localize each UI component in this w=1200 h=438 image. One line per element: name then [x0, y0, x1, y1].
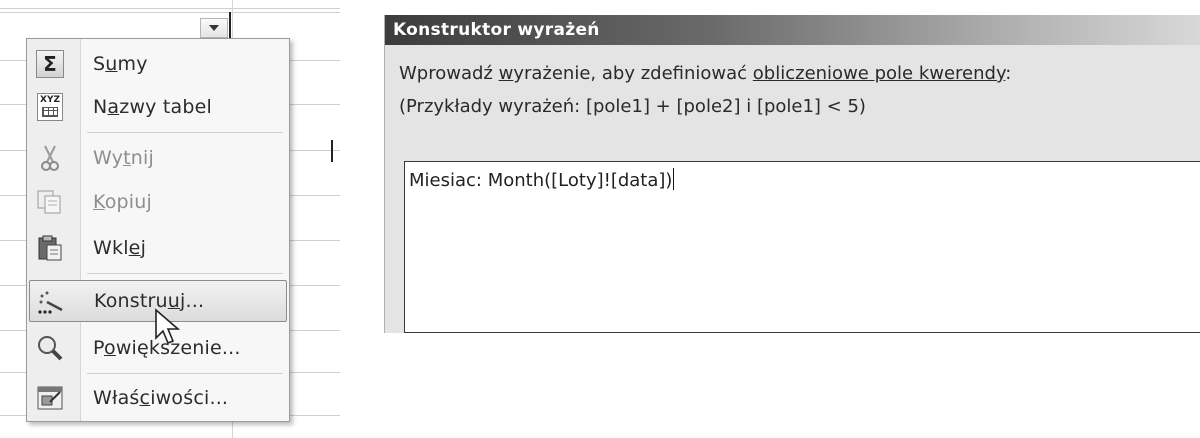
mouse-pointer-icon — [155, 308, 181, 345]
scissors-icon — [35, 143, 65, 173]
instruction-text: Wprowadź wyrażenie, aby zdefiniować obli… — [399, 63, 1012, 84]
menu-item-label: Właściwości... — [93, 387, 229, 409]
clipboard-icon — [35, 233, 65, 263]
grid-caret — [331, 140, 333, 162]
menu-item-label: Sumy — [93, 53, 148, 75]
menu-separator — [87, 132, 283, 133]
expression-input[interactable]: Miesiac: Month([Loty]![data]) — [404, 161, 1200, 333]
menu-separator — [87, 373, 283, 374]
menu-item-cut[interactable]: Wytnij — [29, 137, 287, 179]
menu-item-table-names[interactable]: XYZ Nazwy tabel — [29, 86, 287, 128]
properties-icon — [35, 383, 65, 413]
menu-item-totals[interactable]: Σ Sumy — [29, 43, 287, 85]
examples-text: (Przykłady wyrażeń: [pole1] + [pole2] i … — [399, 96, 866, 117]
menu-item-label: Nazwy tabel — [93, 96, 212, 118]
menu-item-label: Wytnij — [93, 147, 154, 169]
menu-item-properties[interactable]: Właściwości... — [29, 377, 287, 419]
expression-builder-dialog: Konstruktor wyrażeń Wprowadź wyrażenie, … — [384, 15, 1200, 333]
menu-item-copy[interactable]: Kopiuj — [29, 181, 287, 223]
chevron-down-icon — [209, 25, 219, 31]
copy-icon — [35, 187, 65, 217]
builder-wand-icon — [36, 287, 66, 317]
menu-separator — [87, 273, 283, 274]
menu-item-label: Kopiuj — [93, 191, 153, 213]
menu-item-label: Wklej — [93, 237, 147, 259]
dialog-title: Konstruktor wyrażeń — [385, 15, 1200, 45]
help-link[interactable]: obliczeniowe pole kwerendy — [753, 63, 1006, 84]
context-menu: Σ Sumy XYZ Nazwy tabel Wytnij Kopiuj Wkl… — [26, 38, 290, 422]
menu-item-label: Konstruuj... — [94, 290, 205, 312]
sigma-icon: Σ — [35, 49, 65, 79]
table-names-icon: XYZ — [35, 92, 65, 122]
text-caret — [673, 168, 675, 190]
magnifier-icon — [35, 333, 65, 363]
menu-item-paste[interactable]: Wklej — [29, 227, 287, 269]
field-dropdown-button[interactable] — [200, 18, 228, 38]
